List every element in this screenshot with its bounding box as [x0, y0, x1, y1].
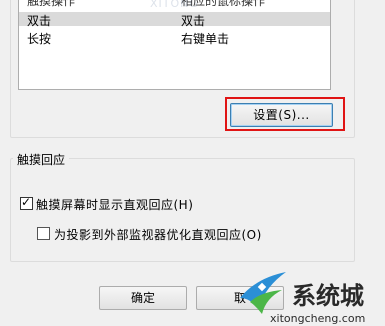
touch-action: 双击: [27, 14, 52, 28]
brand-logo-icon: [240, 272, 286, 314]
gesture-mapping-list[interactable]: 触摸操作 相应的鼠标操作 双击 双击 长按 右键单击: [18, 0, 331, 90]
mouse-action: 双击: [181, 14, 206, 28]
optimize-projection-label[interactable]: 为投影到外部监视器优化直观回应(O): [54, 226, 262, 243]
optimize-projection-checkbox[interactable]: [37, 227, 50, 240]
column-header-touch[interactable]: 触摸操作: [27, 0, 75, 9]
touch-feedback-title: 触摸回应: [13, 151, 70, 168]
mouse-action: 右键单击: [181, 32, 230, 46]
highlight-box: [225, 97, 345, 131]
ok-button[interactable]: 确定: [99, 286, 187, 310]
touch-action: 长按: [27, 32, 52, 46]
show-visual-feedback-checkbox[interactable]: [20, 195, 33, 210]
show-visual-feedback-label[interactable]: 触摸屏幕时显示直观回应(H): [36, 196, 193, 213]
watermark-url: xitongcheng.com: [270, 312, 366, 325]
watermark-brand: 系统城: [292, 282, 364, 310]
list-item[interactable]: 长按 右键单击: [19, 30, 330, 46]
watermark-text: XITONG: [150, 0, 199, 10]
list-item[interactable]: 双击 双击: [19, 12, 330, 28]
